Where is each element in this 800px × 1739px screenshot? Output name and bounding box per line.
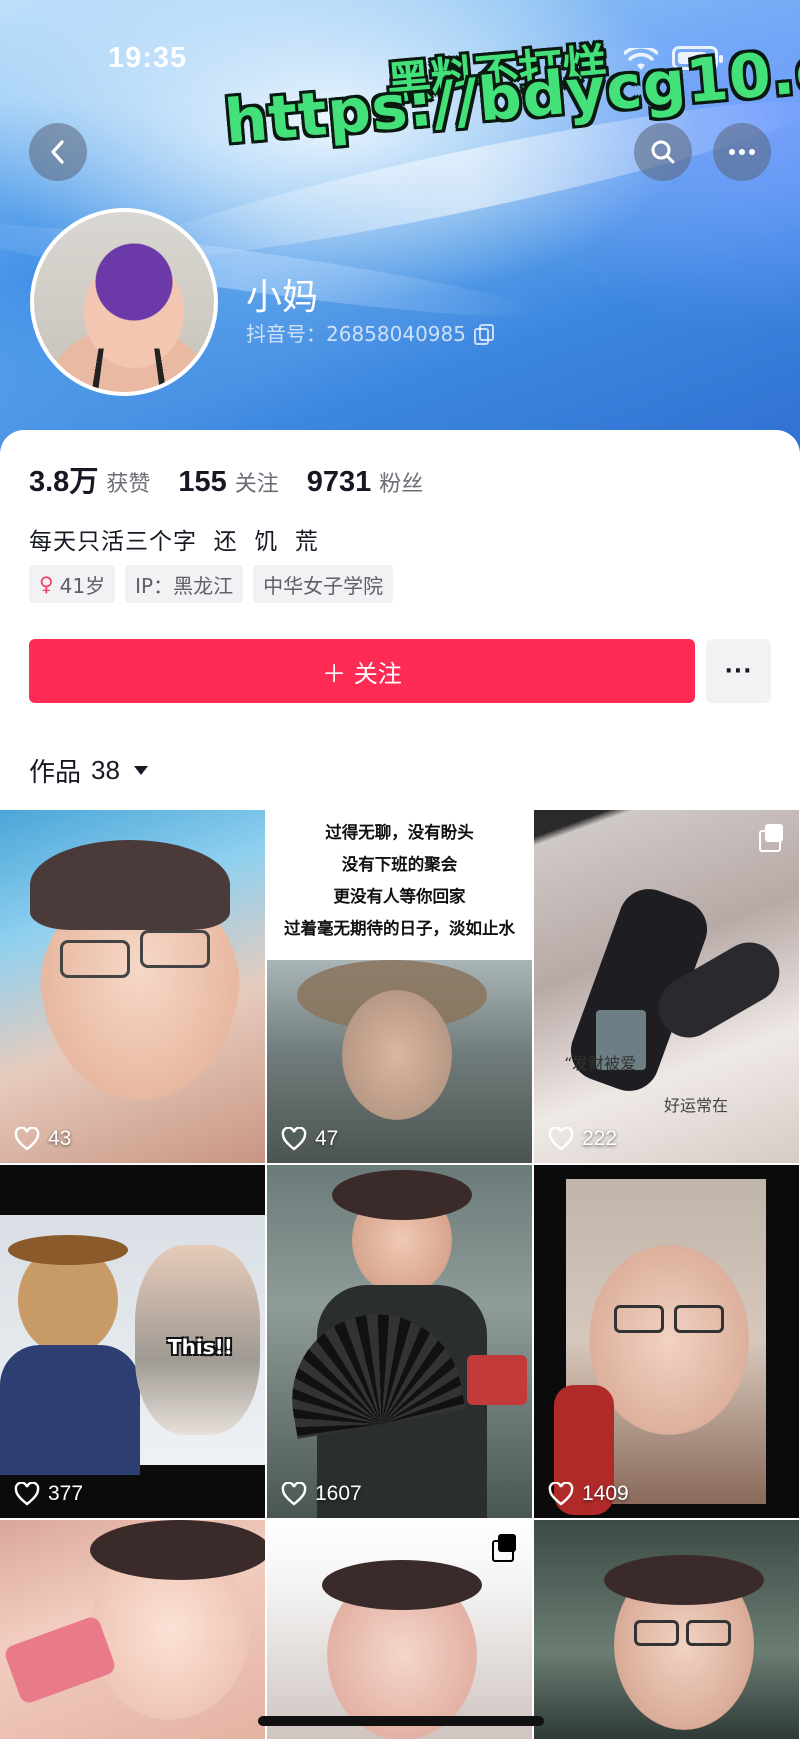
more-options-button[interactable]	[713, 123, 771, 181]
likes-count: 1409	[582, 1482, 629, 1505]
home-indicator[interactable]	[258, 1716, 544, 1726]
multi-image-icon	[492, 1534, 518, 1562]
multi-image-icon	[759, 824, 785, 852]
likes-count: 222	[582, 1127, 618, 1150]
stat-followers[interactable]: 9731 粉丝	[307, 466, 424, 499]
works-tab[interactable]: 作品 38	[29, 752, 148, 789]
video-thumbnail[interactable]: 1607	[267, 1165, 532, 1518]
video-likes: 1607	[281, 1482, 362, 1506]
heart-icon	[281, 1482, 307, 1506]
follow-button[interactable]: ＋ 关注	[29, 639, 695, 703]
back-button[interactable]	[29, 123, 87, 181]
heart-icon	[548, 1127, 574, 1151]
video-thumbnail[interactable]: 过得无聊，没有盼头 没有下班的聚会 更没有人等你回家 过着毫无期待的日子，淡如止…	[267, 810, 532, 1163]
video-caption: 过得无聊，没有盼头 没有下班的聚会 更没有人等你回家 过着毫无期待的日子，淡如止…	[267, 810, 532, 960]
video-overlay-text: “发财被爱	[564, 1054, 637, 1073]
tag-school[interactable]: 中华女子学院	[253, 565, 394, 603]
tag-label: 中华女子学院	[263, 573, 384, 598]
douyin-id-text: 抖音号：26858040985	[246, 322, 466, 346]
tag-label: 41岁	[59, 573, 106, 598]
video-likes: 47	[281, 1127, 338, 1151]
heart-icon	[548, 1482, 574, 1506]
video-overlay-text: 好运常在	[664, 1096, 729, 1115]
profile-stats: 3.8万 获赞 155 关注 9731 粉丝	[29, 458, 423, 500]
caret-down-icon	[133, 766, 148, 775]
video-thumbnail[interactable]: 43	[0, 810, 265, 1163]
heart-icon	[281, 1127, 307, 1151]
stat-likes[interactable]: 3.8万 获赞	[29, 458, 150, 500]
profile-tags: ♀ 41岁 IP：黑龙江 中华女子学院	[29, 565, 394, 603]
search-button[interactable]	[634, 123, 692, 181]
profile-bio: 每天只活三个字 还 饥 荒	[29, 529, 319, 555]
video-likes: 1409	[548, 1482, 629, 1506]
heart-icon	[14, 1482, 40, 1506]
works-label: 作品	[29, 758, 82, 788]
follow-more-button[interactable]: ···	[706, 639, 771, 703]
stat-value: 3.8万	[29, 466, 99, 498]
video-thumbnail[interactable]: “发财被爱 好运常在 222	[534, 810, 799, 1163]
copy-icon[interactable]	[473, 323, 494, 345]
female-icon: ♀	[39, 572, 54, 596]
video-thumbnail[interactable]	[267, 1520, 532, 1739]
profile-name: 小妈	[246, 277, 319, 318]
stat-label: 粉丝	[379, 472, 424, 497]
video-thumbnail[interactable]	[0, 1520, 265, 1739]
ellipsis-icon	[729, 149, 755, 155]
tag-ip: IP：黑龙江	[125, 565, 244, 603]
stat-value: 9731	[306, 466, 372, 498]
stat-label: 获赞	[106, 472, 151, 497]
video-thumbnail[interactable]: This!! 377	[0, 1165, 265, 1518]
likes-count: 377	[48, 1482, 84, 1505]
search-icon	[651, 140, 675, 164]
stat-value: 155	[178, 466, 227, 498]
works-count: 38	[91, 755, 120, 785]
video-overlay-text: This!!	[168, 1335, 233, 1359]
heart-icon	[14, 1127, 40, 1151]
tag-label: IP：黑龙江	[135, 573, 234, 598]
likes-count: 43	[48, 1127, 72, 1150]
likes-count: 1607	[315, 1482, 362, 1505]
video-thumbnail[interactable]	[534, 1520, 799, 1739]
stat-label: 关注	[234, 472, 279, 497]
status-time: 19:35	[108, 42, 188, 74]
chevron-left-icon	[51, 140, 64, 164]
douyin-id[interactable]: 抖音号：26858040985	[246, 318, 494, 347]
video-thumbnail[interactable]: 1409	[534, 1165, 799, 1518]
video-likes: 222	[548, 1127, 617, 1151]
likes-count: 47	[315, 1127, 339, 1150]
video-likes: 43	[14, 1127, 71, 1151]
tag-age: ♀ 41岁	[29, 565, 116, 603]
stat-following[interactable]: 155 关注	[178, 466, 278, 499]
avatar[interactable]	[30, 208, 218, 396]
video-likes: 377	[14, 1482, 83, 1506]
